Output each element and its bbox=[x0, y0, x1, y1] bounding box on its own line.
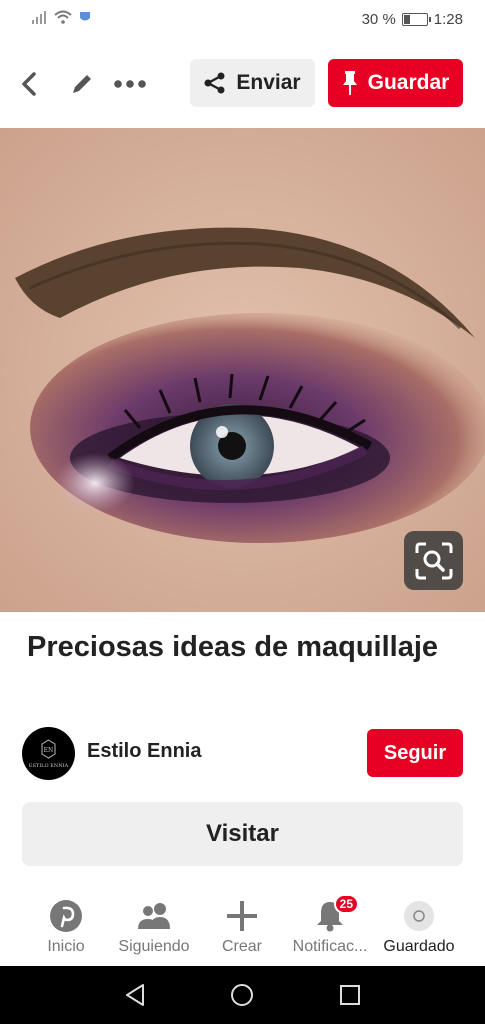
system-recents-icon[interactable] bbox=[337, 982, 363, 1008]
pinterest-icon bbox=[49, 896, 83, 936]
pin-image[interactable] bbox=[0, 128, 485, 612]
more-icon[interactable] bbox=[112, 68, 148, 100]
system-back-icon[interactable] bbox=[122, 982, 148, 1008]
back-icon[interactable] bbox=[14, 68, 46, 100]
author-name[interactable]: Estilo Ennia bbox=[87, 740, 201, 763]
bottom-nav: Inicio Siguiendo Crear 25 Notificac... G… bbox=[0, 886, 485, 966]
system-home-icon[interactable] bbox=[229, 982, 255, 1008]
send-button[interactable]: Enviar bbox=[190, 59, 315, 107]
save-button[interactable]: Guardar bbox=[328, 59, 463, 107]
system-nav-bar bbox=[0, 966, 485, 1024]
share-icon bbox=[204, 72, 225, 94]
pin-title: Preciosas ideas de maquillaje bbox=[27, 631, 439, 663]
notification-badge: 25 bbox=[333, 894, 359, 914]
people-icon bbox=[136, 896, 172, 936]
status-left bbox=[32, 10, 92, 24]
nav-item-saved[interactable]: Guardado bbox=[371, 896, 467, 956]
nav-item-home[interactable]: Inicio bbox=[18, 896, 114, 956]
avatar-monogram: EN bbox=[44, 747, 54, 754]
nav-item-notifications[interactable]: 25 Notificac... bbox=[282, 894, 378, 956]
save-label: Guardar bbox=[367, 71, 450, 94]
pin-toolbar: Enviar Guardar bbox=[0, 40, 485, 128]
nav-label-create: Crear bbox=[221, 938, 262, 955]
nav-item-create[interactable]: Crear bbox=[194, 896, 290, 956]
profile-icon bbox=[403, 896, 435, 936]
signal-icon bbox=[32, 11, 46, 24]
nav-label-notifications: Notificac... bbox=[292, 938, 368, 955]
lens-icon bbox=[415, 542, 452, 579]
follow-button[interactable]: Seguir bbox=[367, 729, 463, 777]
visit-button[interactable]: Visitar bbox=[22, 802, 463, 866]
nav-label-home: Inicio bbox=[47, 938, 85, 955]
app-notification-icon bbox=[80, 12, 90, 21]
edit-icon[interactable] bbox=[66, 68, 98, 100]
nav-label-following: Siguiendo bbox=[118, 938, 190, 955]
send-label: Enviar bbox=[236, 71, 301, 94]
visual-search-button[interactable] bbox=[404, 531, 463, 590]
status-right: 30 % 1:28 bbox=[362, 11, 463, 28]
clock: 1:28 bbox=[433, 11, 463, 28]
wifi-icon bbox=[54, 10, 72, 24]
plus-icon bbox=[226, 896, 258, 936]
battery-level bbox=[403, 15, 411, 24]
nav-label-saved: Guardado bbox=[383, 938, 455, 955]
battery-icon bbox=[401, 13, 431, 26]
battery-percent: 30 % bbox=[361, 11, 396, 28]
pin-icon bbox=[342, 71, 357, 95]
status-bar: 30 % 1:28 bbox=[0, 0, 485, 40]
avatar-text: ESTILO ENNIA bbox=[29, 763, 69, 769]
nav-item-following[interactable]: Siguiendo bbox=[106, 896, 202, 956]
bell-icon: 25 bbox=[315, 894, 359, 936]
avatar[interactable]: EN ESTILO ENNIA bbox=[22, 727, 75, 780]
